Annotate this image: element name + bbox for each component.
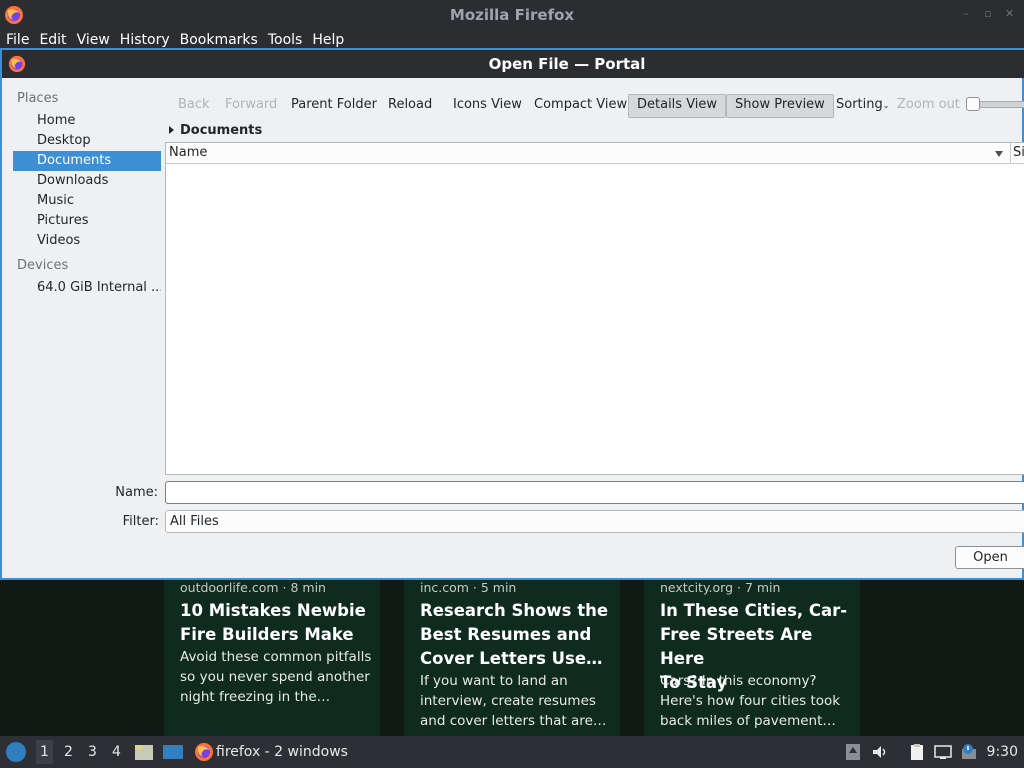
menu-edit[interactable]: Edit — [39, 32, 66, 48]
forward-button[interactable]: Forward — [217, 94, 285, 116]
story-card[interactable]: inc.com · 5 min Research Shows the Best … — [404, 580, 620, 736]
firefox-task-label[interactable]: firefox - 2 windows — [216, 744, 348, 760]
column-header-size[interactable]: Si — [1010, 143, 1024, 164]
file-manager-icon[interactable] — [134, 743, 154, 761]
details-view-button[interactable]: Details View — [628, 94, 727, 118]
clock[interactable]: 9:30 — [987, 744, 1018, 760]
minimize-icon[interactable]: – — [963, 8, 974, 19]
firefox-window-title: Mozilla Firefox — [449, 6, 575, 24]
window-controls: – ▫ ✕ — [963, 8, 1016, 19]
zoom-slider-handle[interactable] — [966, 97, 980, 111]
clipboard-icon[interactable] — [908, 743, 926, 761]
menu-help[interactable]: Help — [312, 32, 344, 48]
breadcrumb[interactable]: Documents — [180, 123, 262, 138]
sidebar-item-music[interactable]: Music — [13, 191, 161, 211]
story-headline: Research Shows the Best Resumes and Cove… — [420, 601, 609, 668]
sidebar-item-downloads[interactable]: Downloads — [13, 171, 161, 191]
volume-icon[interactable] — [871, 743, 889, 761]
sidebar-item-desktop[interactable]: Desktop — [13, 131, 161, 151]
sidebar-item-internal-drive[interactable]: 64.0 GiB Internal ... — [13, 278, 161, 298]
upload-icon[interactable] — [844, 743, 862, 761]
sidebar-item-home[interactable]: Home — [13, 111, 161, 131]
filter-label: Filter: — [122, 514, 159, 529]
story-description: Avoid these common pitfalls so you never… — [180, 649, 372, 705]
breadcrumb-expand-icon[interactable] — [169, 126, 174, 134]
story-source: nextcity.org · 7 min — [660, 580, 781, 595]
name-label: Name: — [115, 485, 158, 500]
workspace-4[interactable]: 4 — [112, 744, 121, 760]
back-button[interactable]: Back — [170, 94, 218, 116]
icons-view-button[interactable]: Icons View — [445, 94, 530, 116]
story-description: If you want to land an interview, create… — [420, 673, 607, 729]
story-headline: 10 Mistakes Newbie Fire Builders Make — [180, 601, 366, 644]
sort-arrow-icon — [995, 151, 1003, 157]
story-description: Cars? In this economy? Here's how four c… — [660, 673, 841, 729]
show-preview-button[interactable]: Show Preview — [726, 94, 834, 118]
dialog-title: Open File — Portal — [488, 55, 646, 73]
column-name-label: Name — [169, 145, 208, 160]
close-icon[interactable]: ✕ — [1005, 8, 1016, 19]
network-icon[interactable] — [934, 743, 952, 761]
menu-view[interactable]: View — [77, 32, 110, 48]
story-card[interactable]: nextcity.org · 7 min In These Cities, Ca… — [644, 580, 860, 736]
menu-history[interactable]: History — [120, 32, 170, 48]
compact-view-button[interactable]: Compact View — [526, 94, 635, 116]
workspace-1[interactable]: 1 — [36, 740, 53, 764]
notification-icon[interactable] — [960, 743, 978, 761]
open-file-dialog: Open File — Portal Places Home Desktop D… — [0, 48, 1024, 580]
firefox-menubar: File Edit View History Bookmarks Tools Help — [0, 30, 1024, 48]
file-name-input[interactable] — [165, 481, 1024, 504]
filter-value: All Files — [170, 514, 219, 529]
reload-button[interactable]: Reload — [380, 94, 440, 116]
menu-tools[interactable]: Tools — [268, 32, 303, 48]
sidebar-item-documents[interactable]: Documents — [13, 151, 161, 171]
file-list[interactable]: Name Si — [165, 142, 1024, 475]
zoom-out-button[interactable]: Zoom out — [889, 94, 968, 116]
devices-heading: Devices — [17, 258, 69, 273]
dialog-toolbar: Back Forward Parent Folder Reload Icons … — [164, 94, 1024, 118]
desktop-icon[interactable] — [162, 743, 184, 761]
parent-folder-button[interactable]: Parent Folder — [283, 94, 385, 116]
workspace-2[interactable]: 2 — [64, 744, 73, 760]
workspace-3[interactable]: 3 — [88, 744, 97, 760]
filter-combobox[interactable]: All Files — [165, 510, 1024, 533]
dialog-titlebar: Open File — Portal — [2, 50, 1024, 78]
newtab-content: outdoorlife.com · 8 min 10 Mistakes Newb… — [0, 580, 1024, 736]
open-button[interactable]: Open — [955, 546, 1024, 569]
sorting-button[interactable]: Sorting⌄ — [828, 94, 897, 116]
column-header-name[interactable]: Name — [166, 143, 1010, 164]
menu-file[interactable]: File — [6, 32, 29, 48]
sidebar-item-pictures[interactable]: Pictures — [13, 211, 161, 231]
firefox-titlebar: Mozilla Firefox – ▫ ✕ — [0, 0, 1024, 30]
story-source: inc.com · 5 min — [420, 580, 517, 595]
app-menu-icon[interactable] — [6, 742, 26, 762]
menu-bookmarks[interactable]: Bookmarks — [180, 32, 258, 48]
sorting-label: Sorting — [836, 97, 883, 112]
maximize-icon[interactable]: ▫ — [984, 8, 995, 19]
column-size-label: Si — [1013, 145, 1024, 160]
firefox-task-icon[interactable] — [194, 742, 214, 762]
story-source: outdoorlife.com · 8 min — [180, 580, 326, 595]
sidebar-item-videos[interactable]: Videos — [13, 231, 161, 251]
story-card[interactable]: outdoorlife.com · 8 min 10 Mistakes Newb… — [164, 580, 380, 736]
places-heading: Places — [17, 91, 59, 106]
taskbar: 1 2 3 4 firefox - 2 windows 9:30 — [0, 736, 1024, 768]
